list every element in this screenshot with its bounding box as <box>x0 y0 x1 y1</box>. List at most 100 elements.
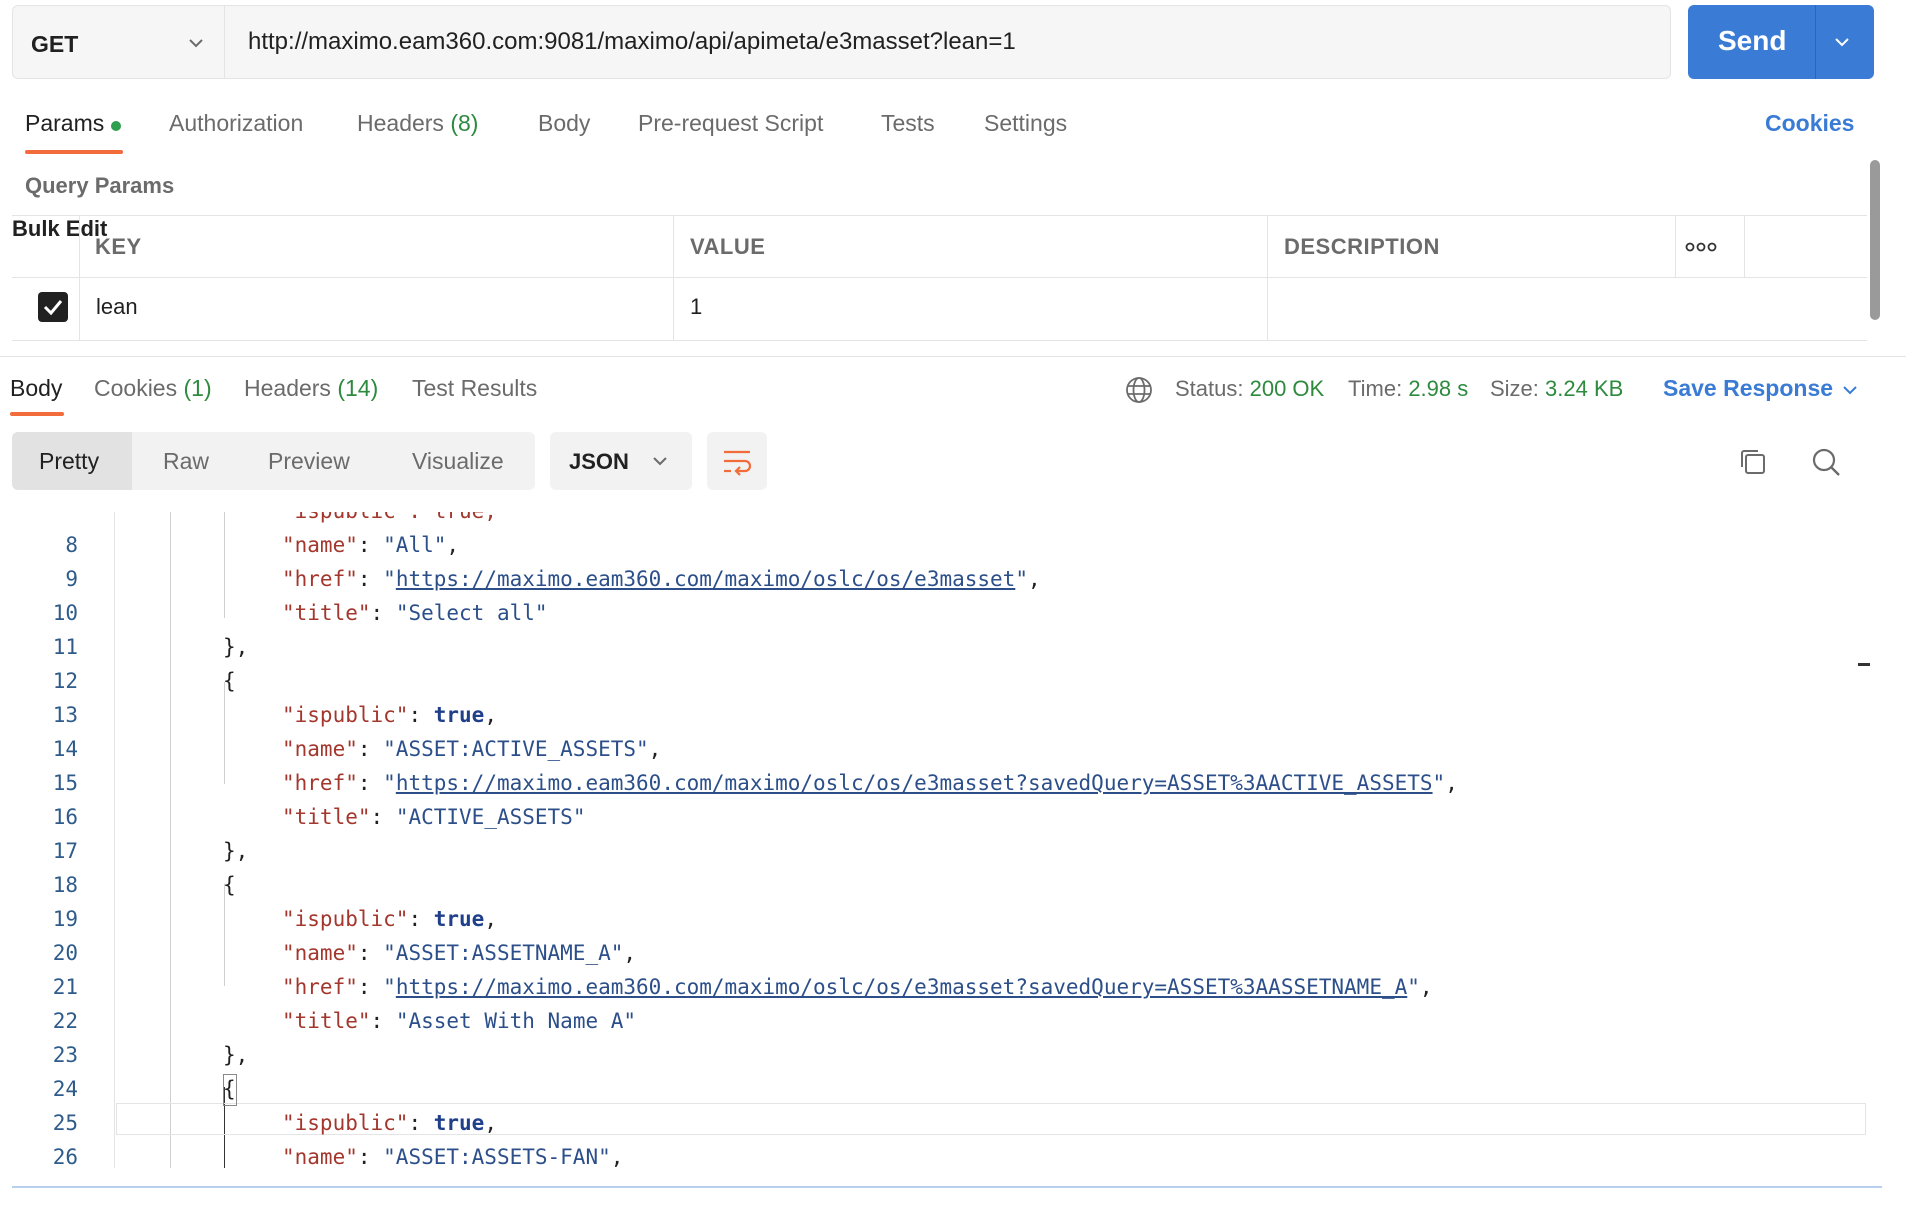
format-select[interactable]: JSON <box>550 432 692 490</box>
column-divider <box>79 216 80 340</box>
line-number: 25 <box>52 1111 78 1135</box>
tab-headers[interactable]: Headers (8) <box>357 110 478 137</box>
json-punctuation: }, <box>223 1043 249 1067</box>
json-colon: : <box>408 1111 434 1135</box>
tab-body[interactable]: Body <box>538 110 590 137</box>
more-horizontal-icon[interactable] <box>1685 242 1717 252</box>
line-number: 19 <box>52 907 78 931</box>
json-key: "href" <box>282 771 358 795</box>
json-quote: " <box>1015 567 1028 591</box>
response-tab-test-results[interactable]: Test Results <box>412 375 537 402</box>
column-header-value: VALUE <box>690 234 766 259</box>
json-colon: : <box>408 907 434 931</box>
line-number: 17 <box>52 839 78 863</box>
code-line: "name": "ASSET:ASSETNAME_A", <box>282 936 636 970</box>
json-quote: " <box>383 771 396 795</box>
globe-icon[interactable] <box>1124 375 1154 405</box>
line-number: 22 <box>52 1009 78 1033</box>
url-input[interactable]: http://maximo.eam360.com:9081/maximo/api… <box>248 28 1016 56</box>
code-line: }, <box>223 1038 248 1072</box>
json-key: "name" <box>282 1145 358 1168</box>
json-url-link[interactable]: https://maximo.eam360.com/maximo/oslc/os… <box>396 975 1407 999</box>
size-value: 3.24 KB <box>1545 376 1624 401</box>
send-divider <box>1815 5 1816 79</box>
json-key: "title" <box>282 601 371 625</box>
json-url-link[interactable]: https://maximo.eam360.com/maximo/oslc/os… <box>396 567 1016 591</box>
param-value-cell[interactable]: 1 <box>690 294 702 320</box>
tab-prerequest-script[interactable]: Pre-request Script <box>638 110 823 137</box>
send-dropdown-chevron-down-icon[interactable] <box>1834 35 1850 49</box>
json-url-link[interactable]: https://maximo.eam360.com/maximo/oslc/os… <box>396 771 1433 795</box>
search-icon[interactable] <box>1810 446 1842 478</box>
view-mode-segmented-control: Pretty Raw Preview Visualize <box>12 432 535 490</box>
tab-authorization[interactable]: Authorization <box>169 110 303 137</box>
send-button[interactable]: Send <box>1718 25 1786 57</box>
column-divider <box>1744 216 1745 277</box>
tab-settings[interactable]: Settings <box>984 110 1067 137</box>
line-number: 8 <box>65 533 78 557</box>
json-string: "ASSET:ACTIVE_ASSETS" <box>383 737 649 761</box>
json-comma: , <box>446 533 460 557</box>
json-punctuation: { <box>223 669 236 693</box>
line-number: 18 <box>52 873 78 897</box>
status-readout: Status: 200 OK <box>1175 376 1324 402</box>
view-preview-button[interactable]: Preview <box>268 448 350 475</box>
response-code-editor[interactable]: "ispublic": true, 8 "name": "All", 9 "href"… <box>12 512 1870 1168</box>
chevron-down-icon <box>653 457 667 466</box>
line-number: 16 <box>52 805 78 829</box>
format-label: JSON <box>569 449 629 474</box>
response-tab-cookies[interactable]: Cookies (1) <box>94 375 212 402</box>
response-tab-headers[interactable]: Headers (14) <box>244 375 378 402</box>
response-tab-body[interactable]: Body <box>10 375 62 402</box>
json-key: "ispublic" <box>282 1111 409 1135</box>
send-button-group: Send <box>1688 5 1874 79</box>
param-enabled-checkbox[interactable] <box>38 292 68 322</box>
save-response-button[interactable]: Save Response <box>1663 375 1833 402</box>
bulk-edit-button[interactable]: Bulk Edit <box>12 216 107 241</box>
code-line: }, <box>223 630 248 664</box>
column-header-description: DESCRIPTION <box>1284 234 1440 259</box>
param-key-cell[interactable]: lean <box>96 294 138 320</box>
url-bar: GET http://maximo.eam360.com:9081/maximo… <box>12 5 1671 79</box>
header-divider <box>12 277 1867 278</box>
json-key: "name" <box>282 533 358 557</box>
status-label: Status: <box>1175 376 1244 401</box>
code-line: { <box>223 664 236 698</box>
json-punctuation: { <box>223 873 236 897</box>
view-raw-button[interactable]: Raw <box>163 448 209 475</box>
method-select[interactable]: GET <box>13 6 225 78</box>
json-key: "href" <box>282 975 358 999</box>
json-string: "All" <box>383 533 447 557</box>
json-punctuation: }, <box>223 839 249 863</box>
json-colon: : <box>408 703 434 727</box>
vertical-scrollbar[interactable] <box>1870 160 1880 320</box>
view-visualize-button[interactable]: Visualize <box>412 448 504 475</box>
response-tab-headers-count: (14) <box>337 375 379 401</box>
json-key: "name" <box>282 737 358 761</box>
active-tab-underline <box>10 412 64 416</box>
tab-tests[interactable]: Tests <box>881 110 935 137</box>
code-line: "href": "https://maximo.eam360.com/maxim… <box>282 562 1041 596</box>
json-colon: : <box>357 975 384 999</box>
indent-guide <box>224 512 225 618</box>
json-boolean: true <box>433 1111 485 1135</box>
json-string: "Select all" <box>395 601 548 625</box>
line-number: 15 <box>52 771 78 795</box>
json-string: "ASSET:ASSETNAME_A" <box>383 941 624 965</box>
chevron-down-icon <box>189 39 203 48</box>
wrap-lines-button[interactable] <box>707 432 767 490</box>
line-number: 12 <box>52 669 78 693</box>
json-string: "Asset With Name A" <box>395 1009 637 1033</box>
copy-icon[interactable] <box>1738 447 1768 477</box>
json-string: "ASSET:ASSETS-FAN" <box>383 1145 611 1168</box>
tab-params[interactable]: Params <box>25 110 104 137</box>
view-pretty-label[interactable]: Pretty <box>39 448 99 475</box>
code-line-partial: "ispublic": true, <box>282 512 497 528</box>
chevron-down-icon[interactable] <box>1842 384 1858 396</box>
scroll-position-marker <box>1858 663 1870 666</box>
check-icon <box>43 300 63 316</box>
tab-headers-label: Headers <box>357 110 444 136</box>
code-line: }, <box>223 834 248 868</box>
cookies-link[interactable]: Cookies <box>1765 110 1854 137</box>
response-tab-cookies-count: (1) <box>183 375 212 401</box>
